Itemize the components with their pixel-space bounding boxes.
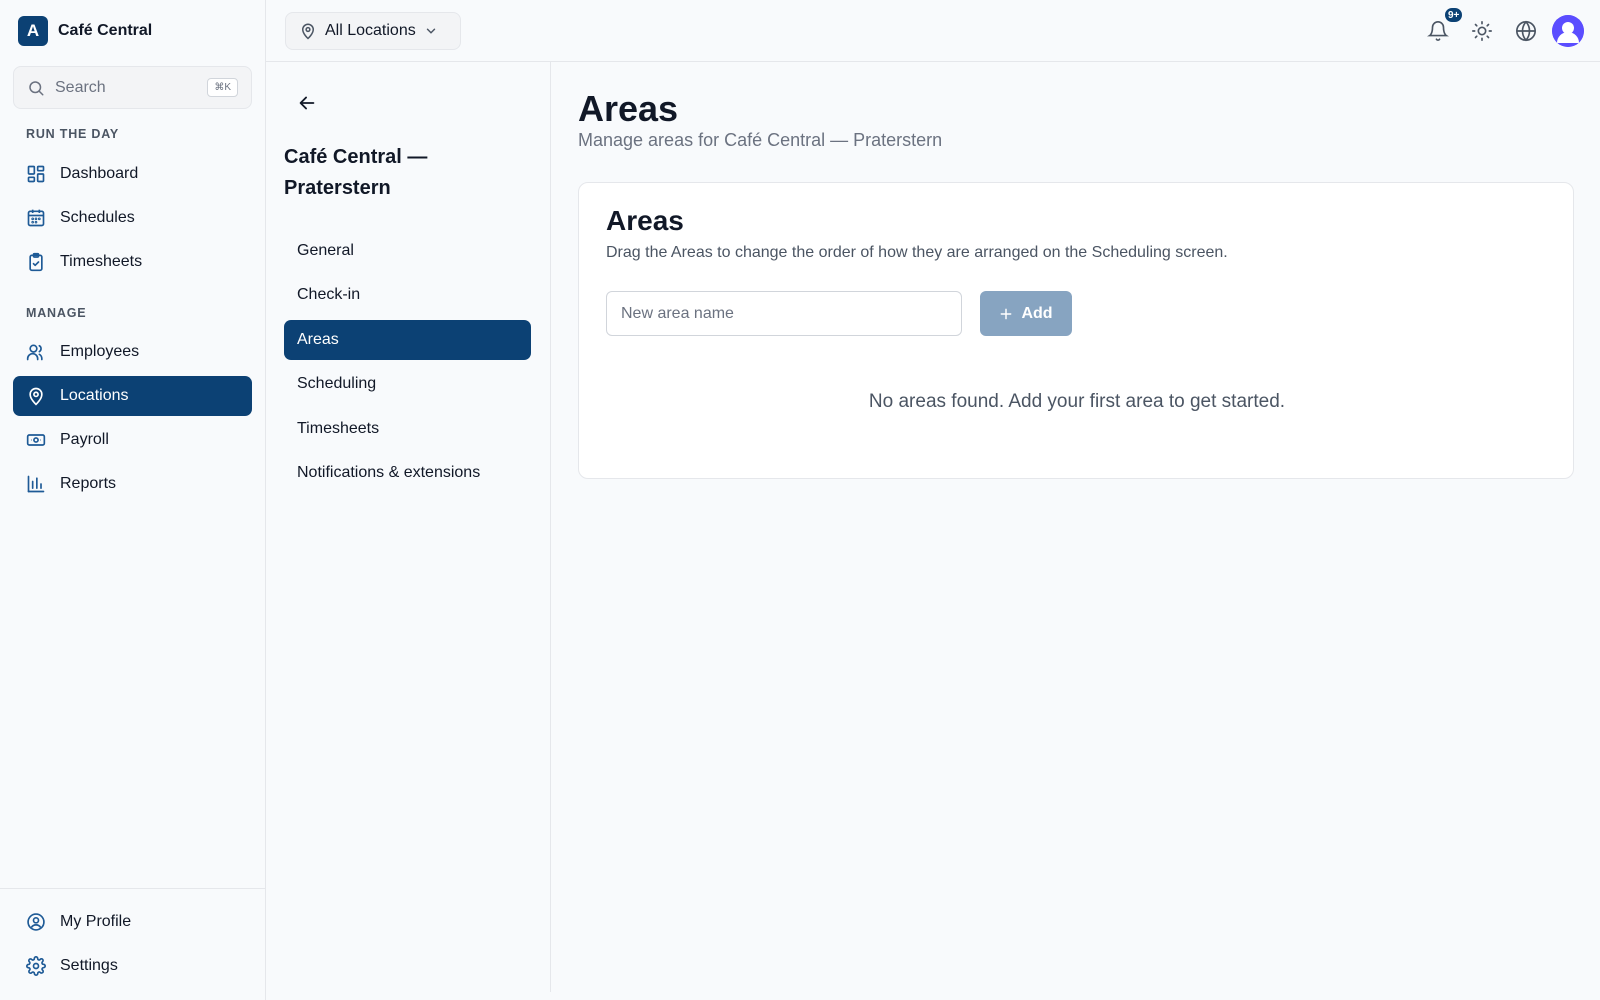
sidebar-item-label: Employees [60,343,140,360]
sidebar-item-label: My Profile [60,913,132,930]
notification-badge: 9+ [1443,6,1465,24]
location-title: Café Central — Praterstern [284,146,428,199]
user-circle-icon [27,913,45,931]
brand-name: Café Central [58,22,153,39]
plus-icon [1001,308,1012,319]
sidebar-item-dashboard[interactable]: Dashboard [13,154,252,194]
sidebar-item-reports[interactable]: Reports [13,464,252,504]
users-icon [26,344,43,361]
sidebar-item-settings[interactable]: Settings [13,946,252,986]
search-shortcut: ⌘K [207,78,238,97]
map-pin-icon [301,23,315,40]
subnav-item-areas[interactable]: Areas [284,320,531,360]
card-title: Areas [606,205,684,236]
new-area-input[interactable] [606,291,962,336]
add-area-button[interactable]: Add [980,291,1072,336]
bar-chart-icon [27,475,45,493]
subnav-item-scheduling[interactable]: Scheduling [284,364,531,404]
gear-icon [26,956,46,976]
subnav-item-general[interactable]: General [284,231,531,271]
section-label-run-the-day: RUN THE DAY [26,127,120,141]
globe-icon[interactable] [1515,20,1537,42]
sidebar-item-label: Locations [60,387,129,404]
sidebar-item-label: Schedules [60,209,135,226]
bell-icon[interactable] [1427,20,1449,42]
sidebar-item-locations[interactable]: Locations [13,376,252,416]
search-box[interactable]: Search ⌘K [13,66,252,109]
sun-icon[interactable] [1471,20,1493,42]
add-area-label: Add [1021,304,1053,322]
search-placeholder: Search [55,78,106,96]
sidebar-item-my-profile[interactable]: My Profile [13,902,252,942]
sidebar: A Café Central Search ⌘K RUN THE DAY Das… [0,0,266,1000]
sidebar-item-timesheets[interactable]: Timesheets [13,242,252,282]
subnav-item-timesheets[interactable]: Timesheets [284,409,531,449]
clipboard-check-icon [29,252,43,272]
map-pin-icon [29,387,43,406]
brand-logo: A [18,16,48,46]
sidebar-item-schedules[interactable]: Schedules [13,198,252,238]
user-avatar-icon [1552,15,1584,47]
sidebar-item-employees[interactable]: Employees [13,332,252,372]
location-select[interactable]: All Locations [285,12,461,50]
section-label-manage: MANAGE [26,306,87,320]
calendar-icon [27,209,45,227]
page-title: Areas [578,88,679,129]
dashboard-icon [27,165,45,183]
banknote-icon [26,434,46,446]
page-subtitle: Manage areas for Café Central — Praterst… [578,130,943,150]
back-arrow-icon[interactable] [296,92,318,114]
areas-card: Areas Drag the Areas to change the order… [578,182,1574,479]
search-icon [29,80,44,95]
location-select-value: All Locations [325,22,416,39]
avatar[interactable] [1552,15,1584,47]
empty-state-message: No areas found. Add your first area to g… [868,391,1286,412]
topbar: All Locations 9+ [266,0,1600,62]
location-settings-nav: Café Central — Praterstern General Check… [266,62,551,992]
sidebar-item-payroll[interactable]: Payroll [13,420,252,460]
sidebar-item-label: Settings [60,957,118,974]
subnav-item-check-in[interactable]: Check-in [284,275,531,315]
sidebar-item-label: Reports [60,475,117,492]
chevron-down-icon [426,28,435,34]
subnav-item-notifications[interactable]: Notifications & extensions [284,453,531,493]
brand[interactable]: A Café Central [18,16,152,46]
sidebar-item-label: Dashboard [60,165,139,182]
sidebar-item-label: Payroll [60,431,109,448]
sidebar-item-label: Timesheets [60,253,143,270]
card-description: Drag the Areas to change the order of ho… [606,244,1228,261]
sidebar-divider [0,888,266,889]
